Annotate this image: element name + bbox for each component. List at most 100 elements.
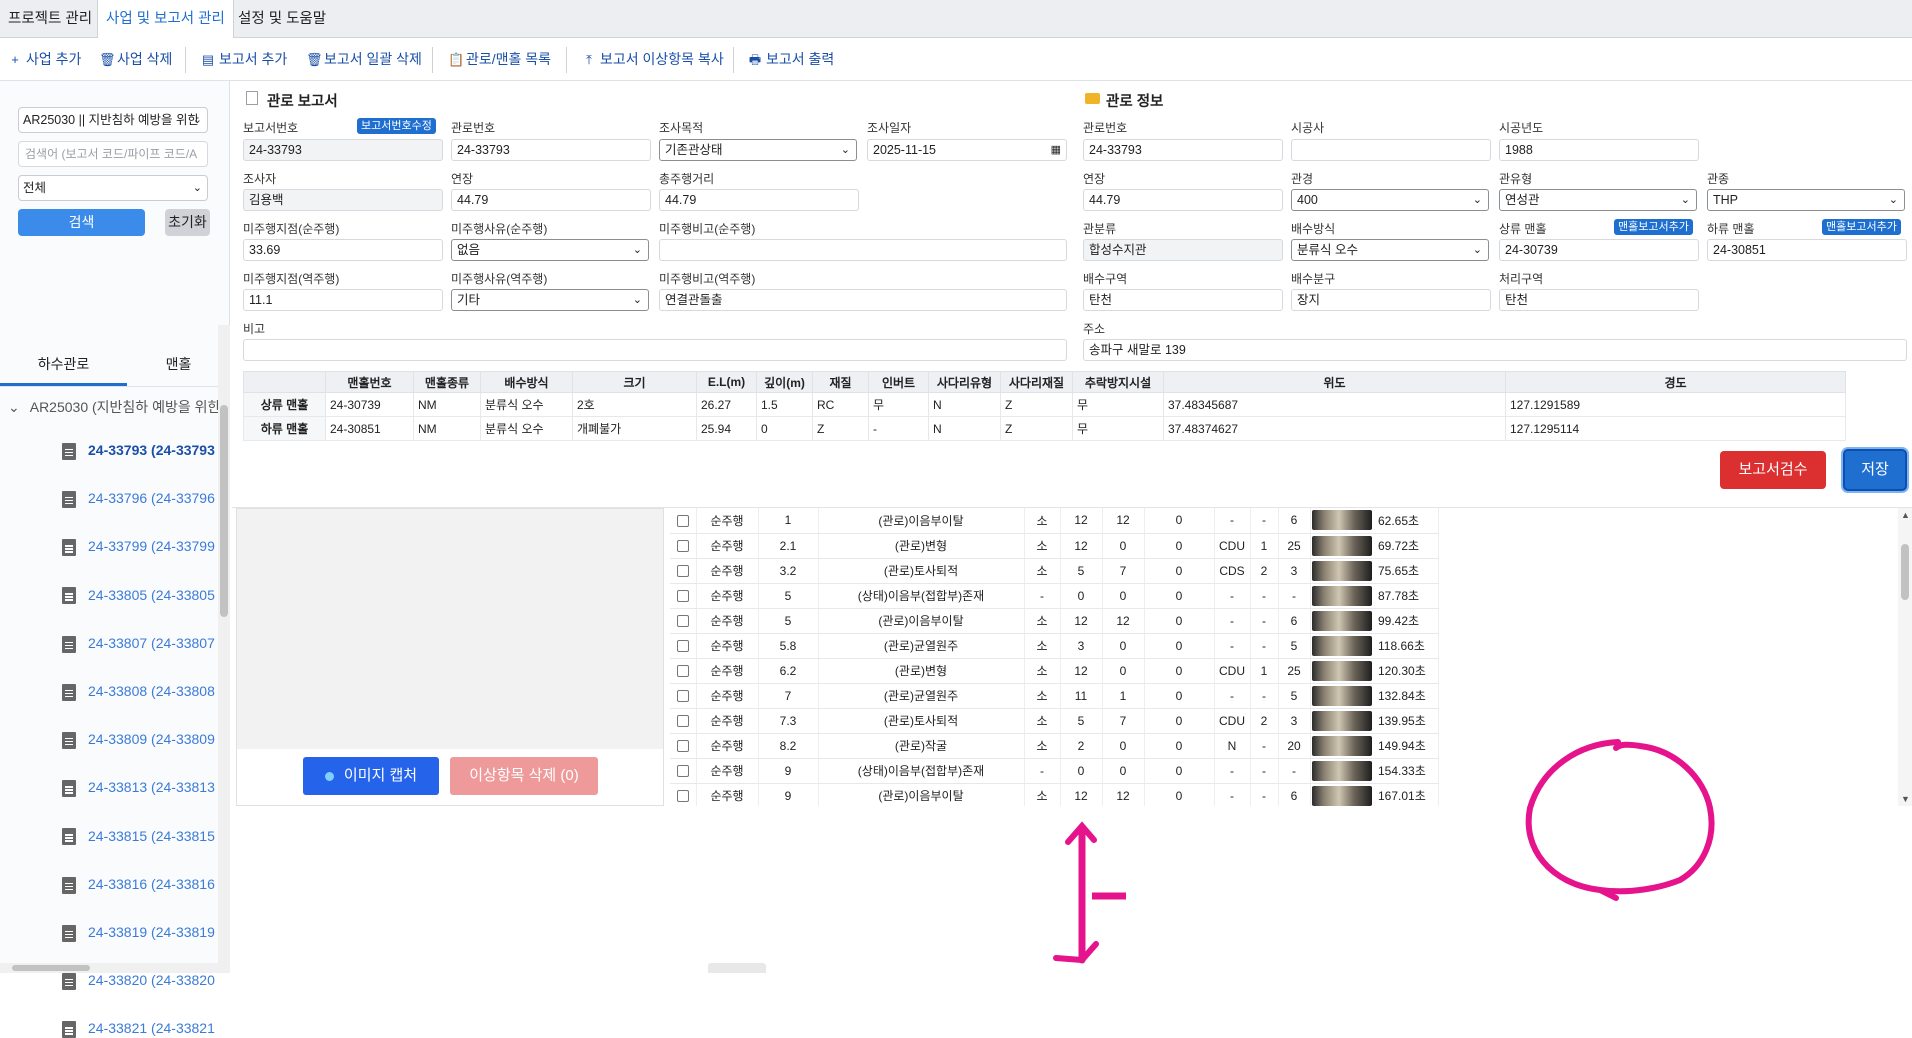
fwd-stop-field[interactable]: 33.69 [243, 239, 443, 261]
filter-select[interactable]: 전체 ⌄ [18, 175, 208, 201]
search-button[interactable]: 검색 [18, 209, 145, 236]
defect-scroll-thumb[interactable] [1901, 544, 1909, 600]
search-input[interactable]: 검색어 (보고서 코드/파이프 코드/A [18, 141, 208, 167]
defect-row[interactable]: 순주행 2.1 (관로)변형 소 12 0 0 CDU 1 25 69.72초 [670, 533, 1439, 559]
up-manhole-add-button[interactable]: 맨홀보고서추가 [1614, 219, 1693, 235]
defect-checkbox[interactable] [676, 590, 689, 603]
down-manhole-field[interactable]: 24-30851 [1707, 239, 1907, 261]
defect-row[interactable]: 순주행 8.2 (관로)작굴 소 2 0 0 N -20 149.94초 [670, 733, 1439, 759]
zone-field[interactable]: 탄천 [1083, 289, 1283, 311]
pipe-length-field[interactable]: 44.79 [1083, 189, 1283, 211]
delete-project-button[interactable]: 🗑사업 삭제 [99, 48, 172, 70]
defect-row[interactable]: 순주행 5.8 (관로)균열원주 소 3 0 0- -5 118.66초 [670, 633, 1439, 659]
defect-checkbox[interactable] [676, 740, 689, 753]
tree-report-item[interactable]: 24-33815 (24-33815 [62, 828, 218, 846]
fwd-reason-select[interactable]: 없음 ⌄ [451, 239, 649, 261]
defect-thumbnail[interactable] [1312, 585, 1373, 606]
defect-row[interactable]: 순주행 1 (관로)이음부이탈 소 12 12 0- -6 62.65초 [670, 508, 1439, 534]
print-report-button[interactable]: 🖶 보고서 출력 [748, 48, 834, 70]
defect-thumbnail[interactable] [1312, 560, 1373, 581]
defect-row[interactable]: 순주행 9 (관로)이음부이탈 소 12 12 0- -6 167.01초 [670, 783, 1439, 806]
defect-checkbox[interactable] [676, 765, 689, 778]
defect-row[interactable]: 순주행 5 (상태)이음부(접합부)존재 -0 0 0- - -87.78초 [670, 583, 1439, 609]
defect-thumbnail[interactable] [1312, 660, 1373, 681]
down-manhole-add-button[interactable]: 맨홀보고서추가 [1822, 219, 1901, 235]
purpose-select[interactable]: 기존관상태 ⌄ [659, 139, 857, 161]
total-dist-field[interactable]: 44.79 [659, 189, 859, 211]
remark-field[interactable] [243, 339, 1067, 361]
fwd-note-field[interactable] [659, 239, 1067, 261]
sidebar-hscroll-thumb[interactable] [12, 965, 90, 971]
tree-report-item[interactable]: 24-33805 (24-33805 [62, 587, 218, 605]
defect-checkbox[interactable] [676, 790, 689, 803]
add-report-button[interactable]: ▤ 보고서 추가 [201, 48, 287, 70]
defect-thumbnail[interactable] [1312, 685, 1373, 706]
tree-report-item[interactable]: 24-33819 (24-33819 [62, 924, 218, 942]
builder-field[interactable] [1291, 139, 1491, 161]
review-report-button[interactable]: 보고서검수 [1720, 451, 1826, 489]
tab-manhole[interactable]: 맨홀 [127, 346, 230, 386]
pipe-info-no-field[interactable]: 24-33793 [1083, 139, 1283, 161]
tab-business-report-management[interactable]: 사업 및 보고서 관리 [97, 0, 234, 39]
defect-thumbnail[interactable] [1312, 635, 1373, 656]
year-field[interactable]: 1988 [1499, 139, 1699, 161]
scroll-up-icon[interactable]: ▲ [1901, 510, 1910, 520]
defect-checkbox[interactable] [676, 690, 689, 703]
tab-project-management[interactable]: 프로젝트 관리 [0, 0, 100, 38]
calendar-icon[interactable]: ▦ [1051, 140, 1061, 160]
defect-row[interactable]: 순주행 7.3 (관로)토사퇴적 소 5 7 0 CDU 2 3 139.95초 [670, 708, 1439, 734]
tree-report-item[interactable]: 24-33808 (24-33808 [62, 683, 218, 701]
reset-button[interactable]: 초기화 [165, 209, 210, 236]
project-select[interactable]: AR25030 || 지반침하 예방을 위한 ⌄ [18, 107, 208, 133]
defect-thumbnail[interactable] [1312, 785, 1373, 806]
add-project-button[interactable]: + 사업 추가 [8, 48, 81, 70]
rev-note-field[interactable]: 연결관돌출 [659, 289, 1067, 311]
treat-field[interactable]: 탄천 [1499, 289, 1699, 311]
tab-sewer-pipe[interactable]: 하수관로 [0, 346, 127, 386]
defect-checkbox[interactable] [676, 565, 689, 578]
defect-row[interactable]: 순주행 6.2 (관로)변형 소 12 0 0 CDU 1 25 120.30초 [670, 658, 1439, 684]
sidebar-scroll-thumb[interactable] [220, 405, 228, 617]
tree-report-item[interactable]: 24-33813 (24-33813 [62, 779, 218, 798]
defect-thumbnail[interactable] [1312, 610, 1373, 631]
tree-report-item[interactable]: 24-33816 (24-33816 [62, 876, 218, 894]
defect-checkbox[interactable] [676, 515, 689, 528]
defect-row[interactable]: 순주행 9 (상태)이음부(접합부)존재 -0 0 0- - -154.33초 [670, 758, 1439, 784]
up-manhole-field[interactable]: 24-30739 [1499, 239, 1699, 261]
save-button[interactable]: 저장 [1843, 449, 1907, 491]
bottom-scroll-handle[interactable] [708, 963, 766, 973]
length-field[interactable]: 44.79 [451, 189, 651, 211]
tree-report-item[interactable]: 24-33820 (24-33820 [62, 972, 218, 990]
delete-anomaly-button[interactable]: 이상항목 삭제 (0) [450, 757, 598, 795]
sidebar-hscrollbar[interactable] [0, 963, 218, 973]
pipe-manhole-list-button[interactable]: 📋 관로/맨홀 목록 [448, 48, 551, 70]
tree-report-item[interactable]: 24-33793 (24-33793 [62, 442, 218, 460]
defect-scrollbar[interactable]: ▲ ▼ [1898, 508, 1912, 806]
manhole-row[interactable]: 상류 맨홀 24-30739 NM 분류식 오수 2호 26.27 1.5 RC 무 N Z 무 37.… [243, 392, 1846, 417]
sidebar-scrollbar[interactable] [218, 325, 230, 973]
defect-row[interactable]: 순주행 7 (관로)균열원주 소 11 1 0- -5 132.84초 [670, 683, 1439, 709]
defect-checkbox[interactable] [676, 540, 689, 553]
tree-report-item[interactable]: 24-33821 (24-33821 [62, 1020, 218, 1038]
subzone-field[interactable]: 장지 [1291, 289, 1491, 311]
tree-report-item[interactable]: 24-33809 (24-33809 [62, 731, 218, 749]
defect-row[interactable]: 순주행 3.2 (관로)토사퇴적 소 5 7 0 CDS 2 3 75.65초 [670, 558, 1439, 584]
tree-root-project[interactable]: ⌄ AR25030 (지반침하 예방을 위한 [8, 397, 220, 417]
pipe-kind-select[interactable]: THP ⌄ [1707, 189, 1905, 211]
tree-report-item[interactable]: 24-33799 (24-33799 [62, 538, 218, 557]
defect-checkbox[interactable] [676, 665, 689, 678]
pipe-type-select[interactable]: 연성관 ⌄ [1499, 189, 1697, 211]
copy-anomaly-button[interactable]: ⤒ 보고서 이상항목 복사 [582, 48, 724, 70]
defect-thumbnail[interactable] [1312, 735, 1373, 756]
tree-report-item[interactable]: 24-33807 (24-33807 [62, 635, 218, 653]
diameter-select[interactable]: 400 ⌄ [1291, 189, 1489, 211]
defect-thumbnail[interactable] [1312, 760, 1373, 781]
capture-image-button[interactable]: 이미지 캡처 [303, 757, 439, 795]
drain-select[interactable]: 분류식 오수 ⌄ [1291, 239, 1489, 261]
defect-thumbnail[interactable] [1312, 535, 1373, 556]
pipe-no-field[interactable]: 24-33793 [451, 139, 651, 161]
rev-reason-select[interactable]: 기타 ⌄ [451, 289, 649, 311]
manhole-row[interactable]: 하류 맨홀 24-30851 NM 분류식 오수 개폐불가 25.94 0 Z - N Z 무 37.4… [243, 416, 1846, 441]
address-field[interactable]: 송파구 새말로 139 [1083, 339, 1907, 361]
tree-report-item[interactable]: 24-33796 (24-33796 [62, 490, 218, 508]
